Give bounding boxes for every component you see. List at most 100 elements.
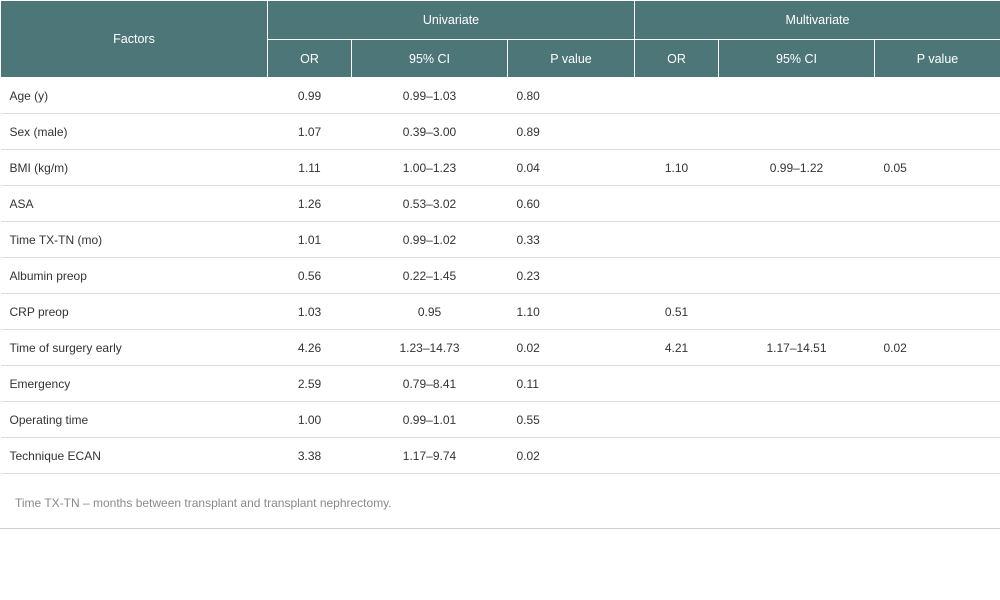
cell-multivariate-or: 0.51 bbox=[634, 293, 719, 330]
table-row: Emergency 2.59 0.79–8.41 0.11 bbox=[0, 365, 1000, 402]
results-table-container: Factors Univariate Multivariate OR 95% C… bbox=[0, 0, 1000, 474]
table-row: CRP preop 1.03 0.95 1.10 0.51 bbox=[0, 293, 1000, 330]
cell-multivariate-p bbox=[874, 185, 1000, 222]
cell-univariate-or: 1.26 bbox=[267, 185, 352, 222]
cell-factor: BMI (kg/m) bbox=[0, 149, 268, 186]
table-row: Age (y) 0.99 0.99–1.03 0.80 bbox=[0, 77, 1000, 114]
cell-univariate-ci: 0.99–1.03 bbox=[351, 77, 508, 114]
cell-multivariate-or bbox=[634, 365, 719, 402]
table-row: Time of surgery early 4.26 1.23–14.73 0.02 4… bbox=[0, 329, 1000, 366]
cell-univariate-ci: 0.95 bbox=[351, 293, 508, 330]
table-row: Time TX-TN (mo) 1.01 0.99–1.02 0.33 bbox=[0, 221, 1000, 258]
cell-factor: CRP preop bbox=[0, 293, 268, 330]
cell-factor: Operating time bbox=[0, 401, 268, 438]
cell-univariate-or: 1.01 bbox=[267, 221, 352, 258]
cell-multivariate-p bbox=[874, 113, 1000, 150]
cell-factor: ASA bbox=[0, 185, 268, 222]
cell-multivariate-p: 0.05 bbox=[874, 149, 1000, 186]
cell-multivariate-p bbox=[874, 77, 1000, 114]
cell-factor: Time of surgery early bbox=[0, 329, 268, 366]
cell-multivariate-or: 1.10 bbox=[634, 149, 719, 186]
table-row: Sex (male) 1.07 0.39–3.00 0.89 bbox=[0, 113, 1000, 150]
cell-univariate-or: 1.03 bbox=[267, 293, 352, 330]
cell-multivariate-p bbox=[874, 437, 1000, 474]
cell-multivariate-p: 0.02 bbox=[874, 329, 1000, 366]
cell-univariate-ci: 1.00–1.23 bbox=[351, 149, 508, 186]
table-body: Age (y) 0.99 0.99–1.03 0.80 Sex (male) 1.07 0.… bbox=[0, 77, 1000, 474]
cell-multivariate-or bbox=[634, 437, 719, 474]
cell-multivariate-ci bbox=[718, 221, 875, 258]
cell-multivariate-or bbox=[634, 221, 719, 258]
cell-univariate-or: 0.99 bbox=[267, 77, 352, 114]
cell-univariate-p: 0.02 bbox=[507, 329, 635, 366]
cell-univariate-p: 0.23 bbox=[507, 257, 635, 294]
cell-univariate-ci: 0.99–1.01 bbox=[351, 401, 508, 438]
cell-multivariate-ci: 0.99–1.22 bbox=[718, 149, 875, 186]
cell-multivariate-ci bbox=[718, 113, 875, 150]
cell-multivariate-p bbox=[874, 365, 1000, 402]
table-row: BMI (kg/m) 1.11 1.00–1.23 0.04 1.10 0.99–1.22… bbox=[0, 149, 1000, 186]
cell-univariate-or: 1.00 bbox=[267, 401, 352, 438]
cell-multivariate-or bbox=[634, 257, 719, 294]
cell-univariate-ci: 0.39–3.00 bbox=[351, 113, 508, 150]
cell-factor: Time TX-TN (mo) bbox=[0, 221, 268, 258]
cell-univariate-or: 1.11 bbox=[267, 149, 352, 186]
cell-multivariate-or bbox=[634, 77, 719, 114]
cell-univariate-p: 0.60 bbox=[507, 185, 635, 222]
header-multivariate-or: OR bbox=[634, 39, 719, 78]
cell-univariate-ci: 1.23–14.73 bbox=[351, 329, 508, 366]
header-multivariate-p: P value bbox=[874, 39, 1000, 78]
cell-multivariate-p bbox=[874, 401, 1000, 438]
table-row: Operating time 1.00 0.99–1.01 0.55 bbox=[0, 401, 1000, 438]
cell-multivariate-p bbox=[874, 221, 1000, 258]
cell-univariate-p: 0.89 bbox=[507, 113, 635, 150]
header-multivariate-ci: 95% CI bbox=[718, 39, 875, 78]
cell-univariate-ci: 1.17–9.74 bbox=[351, 437, 508, 474]
cell-univariate-ci: 0.22–1.45 bbox=[351, 257, 508, 294]
cell-multivariate-ci bbox=[718, 365, 875, 402]
cell-factor: Age (y) bbox=[0, 77, 268, 114]
cell-multivariate-or bbox=[634, 401, 719, 438]
header-univariate-ci: 95% CI bbox=[351, 39, 508, 78]
table-row: ASA 1.26 0.53–3.02 0.60 bbox=[0, 185, 1000, 222]
regression-table: Factors Univariate Multivariate OR 95% C… bbox=[0, 0, 1000, 474]
cell-univariate-p: 0.11 bbox=[507, 365, 635, 402]
cell-multivariate-ci bbox=[718, 257, 875, 294]
cell-univariate-p: 0.55 bbox=[507, 401, 635, 438]
cell-factor: Emergency bbox=[0, 365, 268, 402]
header-univariate: Univariate bbox=[267, 0, 635, 40]
cell-multivariate-ci bbox=[718, 401, 875, 438]
cell-multivariate-p bbox=[874, 257, 1000, 294]
cell-univariate-p: 0.02 bbox=[507, 437, 635, 474]
cell-univariate-p: 0.04 bbox=[507, 149, 635, 186]
cell-multivariate-ci: 1.17–14.51 bbox=[718, 329, 875, 366]
cell-multivariate-ci bbox=[718, 437, 875, 474]
cell-univariate-or: 4.26 bbox=[267, 329, 352, 366]
cell-univariate-p: 1.10 bbox=[507, 293, 635, 330]
cell-multivariate-ci bbox=[718, 77, 875, 114]
bottom-divider bbox=[0, 528, 1000, 529]
cell-factor: Sex (male) bbox=[0, 113, 268, 150]
cell-factor: Technique ECAN bbox=[0, 437, 268, 474]
cell-multivariate-ci bbox=[718, 185, 875, 222]
cell-multivariate-or bbox=[634, 113, 719, 150]
header-factors: Factors bbox=[0, 0, 268, 78]
cell-univariate-p: 0.33 bbox=[507, 221, 635, 258]
header-univariate-or: OR bbox=[267, 39, 352, 78]
cell-factor: Albumin preop bbox=[0, 257, 268, 294]
table-footnote: Time TX-TN – months between transplant a… bbox=[15, 496, 392, 510]
cell-univariate-or: 2.59 bbox=[267, 365, 352, 402]
table-header: Factors Univariate Multivariate OR 95% C… bbox=[0, 0, 1000, 78]
header-multivariate: Multivariate bbox=[634, 0, 1000, 40]
table-row: Technique ECAN 3.38 1.17–9.74 0.02 bbox=[0, 437, 1000, 474]
cell-univariate-or: 1.07 bbox=[267, 113, 352, 150]
cell-univariate-ci: 0.79–8.41 bbox=[351, 365, 508, 402]
cell-multivariate-ci bbox=[718, 293, 875, 330]
cell-univariate-ci: 0.99–1.02 bbox=[351, 221, 508, 258]
cell-multivariate-or bbox=[634, 185, 719, 222]
header-univariate-p: P value bbox=[507, 39, 635, 78]
cell-multivariate-p bbox=[874, 293, 1000, 330]
cell-univariate-or: 0.56 bbox=[267, 257, 352, 294]
cell-univariate-p: 0.80 bbox=[507, 77, 635, 114]
table-row: Albumin preop 0.56 0.22–1.45 0.23 bbox=[0, 257, 1000, 294]
